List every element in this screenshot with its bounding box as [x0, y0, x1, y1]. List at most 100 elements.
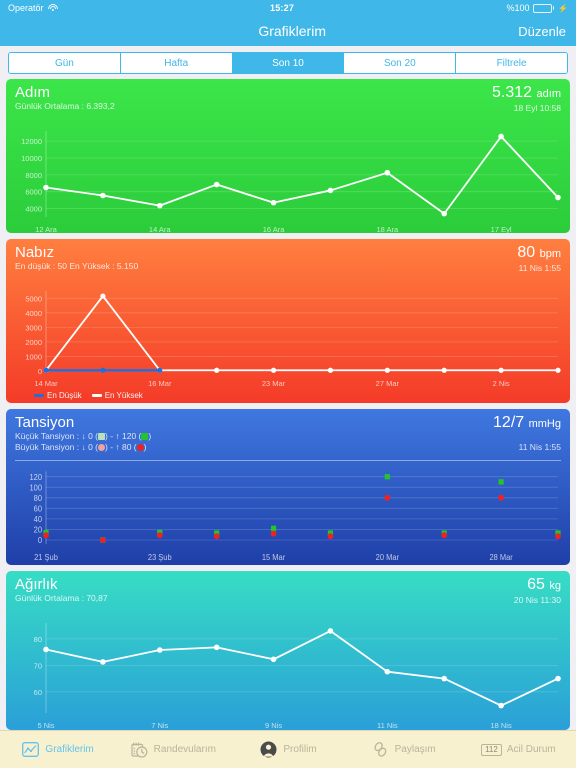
battery-icon [532, 3, 555, 13]
svg-text:9 Nis: 9 Nis [265, 721, 282, 730]
card-subtitle-diastolic: Büyük Tansiyon : ↓ 0 ( ) - ↑ 80 () [15, 442, 151, 453]
legend-item-low: En Düşük [34, 391, 82, 400]
tab-randevularim[interactable]: Randevularım [115, 740, 230, 759]
diastolic-mid: ) - ↑ 80 ( [105, 442, 137, 452]
systolic-low-swatch [98, 433, 105, 440]
svg-text:60: 60 [34, 504, 42, 513]
card-value-unit-bp: mmHg [528, 418, 561, 430]
chart-card-steps[interactable]: Adım Günlük Ortalama : 6.393,2 5.312 adı… [6, 79, 570, 233]
svg-text:5 Nis: 5 Nis [37, 721, 54, 730]
card-subtitle-systolic: Küçük Tansiyon : ↓ 0 () - ↑ 120 () [15, 431, 151, 442]
segment-filtrele[interactable]: Filtrele [456, 53, 567, 73]
svg-text:80: 80 [34, 635, 42, 644]
segment-hafta[interactable]: Hafta [120, 53, 233, 73]
card-title-blood-pressure: Tansiyon [15, 414, 75, 431]
card-subtitle-pulse: En düşük : 50 En Yüksek : 5.150 [15, 261, 139, 271]
segment-son-10[interactable]: Son 10 [232, 53, 345, 73]
svg-text:80: 80 [34, 494, 42, 503]
status-bar-left: Operatör [8, 3, 58, 13]
chart-svg-blood-pressure: 0 2040 6080 100120 21 Şub 23 Şub 15 Mar 20 Mar 2… [30, 471, 561, 562]
card-value-unit-steps: adım [536, 88, 561, 100]
diastolic-suffix: ) [143, 442, 147, 452]
svg-text:11 Nis: 11 Nis [377, 721, 398, 730]
systolic-suffix: ) [148, 431, 152, 441]
person-icon [259, 740, 278, 759]
charts-list: Adım Günlük Ortalama : 6.393,2 5.312 adı… [0, 79, 576, 730]
tab-label-randevularim: Randevularım [153, 744, 216, 755]
svg-text:60: 60 [34, 688, 42, 697]
clock-label: 15:27 [270, 3, 295, 13]
card-date-blood-pressure: 11 Nis 1:55 [518, 442, 561, 452]
chart-card-weight[interactable]: Ağırlık Günlük Ortalama : 70,87 65 kg 20… [6, 571, 570, 730]
legend-label-low: En Düşük [47, 391, 82, 400]
svg-text:16 Mar: 16 Mar [148, 379, 172, 388]
tab-label-grafiklerim: Grafiklerim [45, 744, 94, 755]
chart-plot-steps: 4000 6000 8000 10000 12000 12 Ara 14 Ara 16 Ara… [6, 121, 570, 233]
chart-svg-pulse: 0 1000 2000 3000 4000 5000 14 Mar 16 Mar 23 Mar 2… [25, 291, 561, 388]
svg-text:20 Mar: 20 Mar [376, 553, 400, 562]
svg-text:3000: 3000 [25, 323, 42, 332]
legend-label-high: En Yüksek [104, 391, 143, 400]
diastolic-high-swatch [136, 444, 144, 451]
svg-text:18 Nis: 18 Nis [490, 721, 512, 730]
battery-percent-label: %100 [506, 3, 530, 13]
emergency-112-icon: 112 [481, 743, 502, 756]
chart-legend-pulse: En Düşük En Yüksek [6, 391, 570, 403]
card-value-number-steps: 5.312 [492, 84, 533, 101]
edit-button[interactable]: Düzenle [518, 24, 566, 39]
svg-text:0: 0 [38, 536, 42, 545]
page-title: Grafiklerim [258, 23, 326, 39]
chart-plot-pulse: 0 1000 2000 3000 4000 5000 14 Mar 16 Mar 23 Mar 2… [6, 281, 570, 391]
svg-text:2000: 2000 [25, 338, 42, 347]
tab-bar: Grafiklerim Randevularım Profilim Paylaş… [0, 730, 576, 768]
chart-svg-steps: 4000 6000 8000 10000 12000 12 Ara 14 Ara 16 Ara… [21, 131, 561, 233]
segmented-control-wrapper: Gün Hafta Son 10 Son 20 Filtrele [0, 46, 576, 79]
card-value-number-weight: 65 [527, 576, 545, 593]
svg-text:12000: 12000 [21, 137, 42, 146]
tab-acil-durum[interactable]: 112 Acil Durum [461, 743, 576, 756]
svg-text:70: 70 [34, 661, 42, 670]
svg-text:2 Nis: 2 Nis [493, 379, 510, 388]
card-value-steps: 5.312 adım [492, 84, 561, 103]
svg-text:10000: 10000 [21, 154, 42, 163]
card-header-pulse: Nabız En düşük : 50 En Yüksek : 5.150 80… [6, 239, 570, 278]
svg-text:27 Mar: 27 Mar [376, 379, 400, 388]
tab-paylasim[interactable]: Paylaşım [346, 740, 461, 759]
range-segmented-control[interactable]: Gün Hafta Son 10 Son 20 Filtrele [8, 52, 568, 74]
diastolic-low-swatch [98, 444, 105, 451]
svg-text:0: 0 [38, 367, 42, 376]
svg-text:40: 40 [34, 515, 42, 524]
diastolic-prefix: Büyük Tansiyon : ↓ 0 ( [15, 442, 98, 452]
card-value-unit-weight: kg [549, 580, 561, 592]
tab-grafiklerim[interactable]: Grafiklerim [0, 740, 115, 759]
svg-text:8000: 8000 [25, 171, 42, 180]
card-value-pulse: 80 bpm [517, 244, 561, 263]
legend-swatch-high [91, 394, 102, 397]
svg-text:21 Şub: 21 Şub [34, 553, 58, 562]
card-date-weight: 20 Nis 11:30 [513, 595, 561, 605]
navigation-bar: Grafiklerim Düzenle [0, 16, 576, 46]
tab-profilim[interactable]: Profilim [230, 740, 345, 759]
svg-text:120: 120 [30, 473, 42, 482]
chart-card-pulse[interactable]: Nabız En düşük : 50 En Yüksek : 5.150 80… [6, 239, 570, 403]
card-header-blood-pressure: Tansiyon Küçük Tansiyon : ↓ 0 () - ↑ 120… [6, 409, 570, 457]
status-bar: Operatör 15:27 %100 ⚡ [0, 0, 576, 16]
svg-text:18 Ara: 18 Ara [376, 225, 399, 233]
chart-plot-blood-pressure: 0 20 40 60 80 100 120 21 Şub 23 Şub 15 Mar 20 Mar 2… [6, 461, 570, 565]
link-icon [371, 740, 390, 759]
segment-gun[interactable]: Gün [9, 53, 121, 73]
svg-text:23 Mar: 23 Mar [262, 379, 286, 388]
card-value-unit-pulse: bpm [539, 248, 561, 260]
card-subtitle-steps: Günlük Ortalama : 6.393,2 [15, 101, 115, 111]
card-title-steps: Adım [15, 84, 51, 101]
card-header-weight: Ağırlık Günlük Ortalama : 70,87 65 kg 20… [6, 571, 570, 610]
legend-item-high: En Yüksek [91, 391, 143, 400]
carrier-label: Operatör [8, 3, 44, 13]
chart-svg-weight: 60 70 80 5 Nis 7 Nis 9 Nis 11 Nis 18 Nis [34, 623, 561, 730]
svg-text:100: 100 [30, 483, 42, 492]
tab-label-profilim: Profilim [283, 744, 317, 755]
chart-card-blood-pressure[interactable]: Tansiyon Küçük Tansiyon : ↓ 0 () - ↑ 120… [6, 409, 570, 565]
tab-label-paylasim: Paylaşım [394, 744, 436, 755]
segment-son-20[interactable]: Son 20 [344, 53, 457, 73]
svg-text:7 Nis: 7 Nis [151, 721, 168, 730]
